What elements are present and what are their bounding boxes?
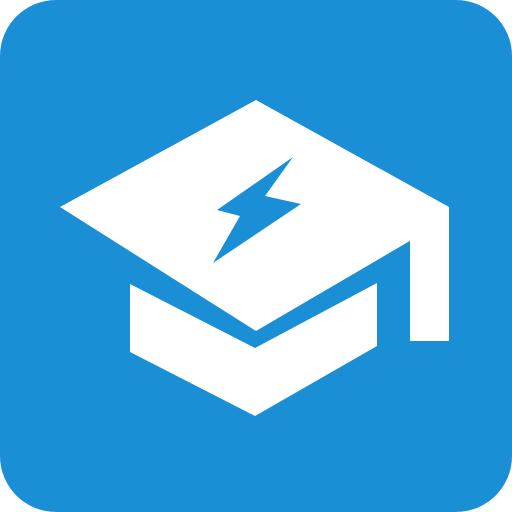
- tassel-icon: [410, 207, 449, 341]
- graduation-cap-lightning-icon: [0, 0, 512, 512]
- app-icon: [0, 0, 512, 512]
